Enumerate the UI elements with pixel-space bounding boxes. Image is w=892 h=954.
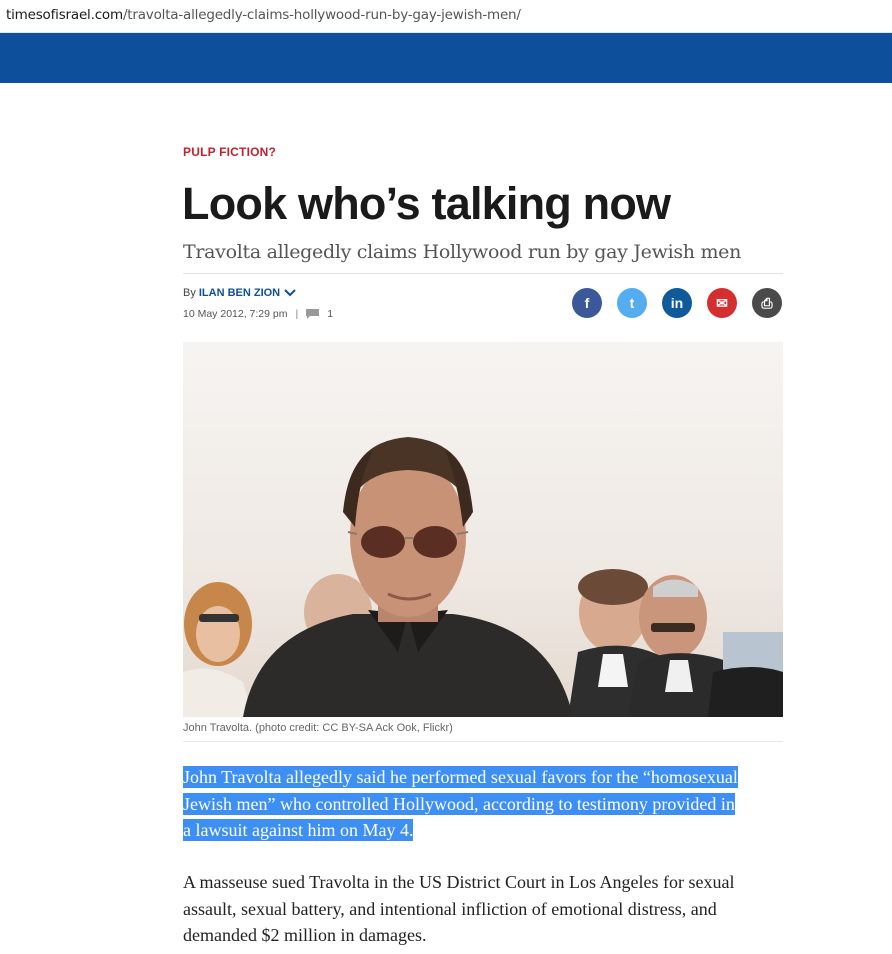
publish-date: 10 May 2012, 7:29 pm bbox=[183, 308, 288, 320]
article-photo bbox=[183, 342, 783, 717]
photo-caption: John Travolta. (photo credit: CC BY-SA A… bbox=[183, 722, 453, 734]
article-lead: John Travolta allegedly said he performe… bbox=[183, 764, 743, 844]
facebook-share-button[interactable]: f bbox=[572, 288, 602, 318]
divider bbox=[183, 273, 783, 274]
address-bar[interactable]: timesofisrael.com/travolta-allegedly-cla… bbox=[0, 0, 892, 33]
print-icon: ⎙ bbox=[761, 294, 773, 311]
print-share-button[interactable]: ⎙ bbox=[752, 288, 782, 318]
selected-text: John Travolta allegedly said he performe… bbox=[183, 766, 738, 841]
site-header-bar bbox=[0, 33, 892, 83]
author-link[interactable]: ILAN BEN ZION bbox=[199, 287, 280, 299]
comment-icon[interactable] bbox=[306, 309, 320, 319]
chevron-down-icon[interactable] bbox=[283, 288, 297, 298]
article-paragraph: A masseuse sued Travolta in the US Distr… bbox=[183, 872, 735, 945]
facebook-icon: f bbox=[584, 295, 590, 311]
share-buttons: f t in ✉ ⎙ bbox=[572, 288, 782, 318]
url-text[interactable]: timesofisrael.com/travolta-allegedly-cla… bbox=[6, 7, 521, 23]
article-subhead: Travolta allegedly claims Hollywood run … bbox=[183, 241, 742, 263]
url-path: /travolta-allegedly-claims-hollywood-run… bbox=[122, 7, 521, 23]
article-meta: 10 May 2012, 7:29 pm | 1 bbox=[183, 308, 333, 320]
twitter-share-button[interactable]: t bbox=[617, 288, 647, 318]
byline-prefix: By bbox=[183, 287, 196, 299]
meta-separator: | bbox=[295, 308, 299, 320]
comment-count[interactable]: 1 bbox=[327, 308, 333, 320]
article-kicker[interactable]: PULP FICTION? bbox=[183, 145, 276, 159]
divider bbox=[183, 741, 783, 742]
url-host: timesofisrael.com bbox=[6, 7, 123, 23]
byline: By ILAN BEN ZION bbox=[183, 287, 297, 299]
email-share-button[interactable]: ✉ bbox=[707, 288, 737, 318]
linkedin-share-button[interactable]: in bbox=[662, 288, 692, 318]
article-headline: Look who’s talking now bbox=[182, 178, 671, 229]
twitter-icon: t bbox=[629, 295, 635, 311]
linkedin-icon: in bbox=[670, 295, 684, 311]
email-icon: ✉ bbox=[716, 294, 728, 311]
